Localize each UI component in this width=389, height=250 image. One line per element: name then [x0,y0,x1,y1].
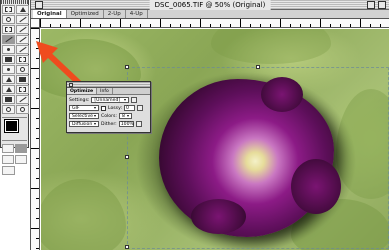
settings-value: [Unnamed] [94,97,121,103]
crop-icon[interactable] [2,25,15,34]
standard-mode-icon[interactable] [2,144,14,153]
tab-4-up[interactable]: 4-Up [125,10,148,18]
toolbox-divider [2,117,27,118]
lossy-field[interactable]: 0 [124,105,136,111]
dither-algorithm-select[interactable]: Diffusion [69,121,99,127]
settings-label: Settings: [69,97,90,103]
jump-to-imageready-icon[interactable] [2,166,15,175]
optimize-palette: Optimize Info Settings: [Unnamed] GIF Lo… [66,81,151,133]
pen-icon[interactable] [2,85,15,94]
palette-tabs: Optimize Info [67,88,150,95]
palette-menu-icon[interactable] [131,97,138,103]
screen-mode-row [1,154,28,165]
transform-handle[interactable] [125,155,129,159]
settings-row: Settings: [Unnamed] [69,96,148,104]
hand-icon[interactable] [2,105,15,114]
brush-icon[interactable] [2,35,15,44]
chevron-down-icon [94,115,96,117]
dither-slider-icon[interactable] [135,121,142,127]
close-box-icon[interactable] [35,1,43,9]
tab-original[interactable]: Original [33,10,67,18]
foreground-color-swatch[interactable] [4,119,19,133]
dither-row: Diffusion Dither: 100% [69,120,148,128]
title-bar[interactable]: DSC_0065.TIF @ 50% (Original) [31,0,389,10]
stamp-icon[interactable] [2,45,15,54]
notes-icon[interactable] [2,95,15,104]
lasso-icon[interactable] [2,15,15,24]
tool-grid [1,4,29,115]
reduction-select[interactable]: Selective [69,113,99,119]
format-select[interactable]: GIF [69,105,99,111]
eraser-icon[interactable] [2,55,15,64]
chevron-down-icon [126,115,129,117]
color-swatches [3,119,26,138]
zoom-icon[interactable] [16,105,29,114]
image-canvas[interactable] [41,29,389,250]
chevron-down-icon [94,123,96,125]
palette-close-icon[interactable] [69,82,73,87]
slice-icon[interactable] [16,25,29,34]
ruler-origin[interactable] [31,19,40,28]
dither-field[interactable]: 100% [118,121,134,127]
blur-icon[interactable] [2,65,15,74]
palette-body: Settings: [Unnamed] GIF Lossy: 0 Selecti… [67,95,150,129]
window-title: DSC_0065.TIF @ 50% (Original) [149,0,271,10]
colors-label: Colors: [101,113,117,119]
collapse-box-icon[interactable] [378,1,386,9]
dither-label: Dither: [101,121,117,127]
quickmask-mode-icon[interactable] [15,144,27,153]
lossy-label: Lossy: [108,105,123,111]
reduction-row: Selective Colors: 8 [69,112,148,120]
chevron-down-icon [124,99,127,101]
jump-row [1,165,28,176]
dodge-icon[interactable] [16,65,29,74]
magic-wand-icon[interactable] [16,15,29,24]
eyedropper-icon[interactable] [16,95,29,104]
shape-icon[interactable] [16,85,29,94]
path-icon[interactable] [2,75,15,84]
zoom-box-icon[interactable] [367,1,375,9]
screen-mode-icon[interactable] [2,155,14,164]
colors-value: 8 [121,113,125,119]
tab-info[interactable]: Info [97,88,113,94]
tab-2-up[interactable]: 2-Up [103,10,126,18]
type-icon[interactable] [16,75,29,84]
chevron-down-icon [94,107,96,109]
transform-handle[interactable] [125,245,129,249]
selection-frame [127,67,389,249]
gradient-icon[interactable] [16,55,29,64]
fullscreen-mode-icon[interactable] [15,155,27,164]
toolbox-palette [0,0,29,175]
toolbox-divider [2,140,27,141]
lossy-checkbox[interactable] [101,105,106,111]
colors-select[interactable]: 8 [118,113,132,119]
history-brush-icon[interactable] [16,45,29,54]
transform-handle[interactable] [256,65,260,69]
foliage-blur [211,29,331,64]
move-icon[interactable] [16,5,29,14]
marquee-icon[interactable] [2,5,15,14]
foliage-blur [41,179,126,250]
horizontal-ruler[interactable] [40,19,389,28]
dither-algorithm-value: Diffusion [72,121,93,127]
format-value: GIF [72,105,80,111]
view-tabs: Original Optimized 2-Up 4-Up [31,10,389,19]
mode-row [1,143,28,154]
settings-select[interactable]: [Unnamed] [91,97,130,103]
transform-handle[interactable] [125,65,129,69]
pencil-icon[interactable] [16,35,29,44]
format-row: GIF Lossy: 0 [69,104,148,112]
lossy-slider-icon[interactable] [137,105,144,111]
tab-optimize[interactable]: Optimize [67,88,98,94]
palette-title-bar[interactable] [67,82,150,88]
reduction-value: Selective [72,113,93,119]
tab-optimized[interactable]: Optimized [66,10,104,18]
